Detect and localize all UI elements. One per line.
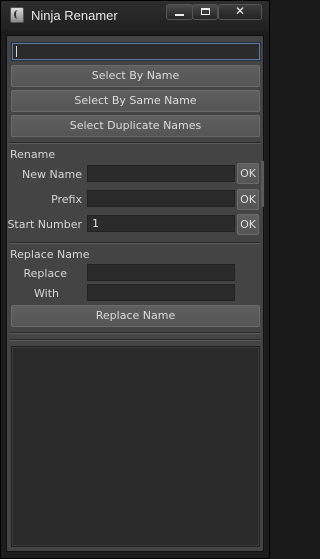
rename-section-label: Rename xyxy=(10,148,56,161)
with-label: With xyxy=(34,287,59,300)
minimize-icon xyxy=(175,14,184,16)
with-field[interactable] xyxy=(87,284,235,301)
title-bar[interactable]: Ninja Renamer ✕ xyxy=(1,1,269,31)
maximize-button[interactable] xyxy=(192,4,218,20)
text-caret xyxy=(16,46,17,57)
select-by-same-name-button[interactable]: Select By Same Name xyxy=(11,90,260,112)
new-name-ok-button[interactable]: OK xyxy=(237,163,259,184)
select-duplicate-names-button[interactable]: Select Duplicate Names xyxy=(11,115,260,137)
start-number-ok-button[interactable]: OK xyxy=(237,214,259,235)
renamer-panel: Select By Name Select By Same Name Selec… xyxy=(7,36,263,551)
select-by-name-button[interactable]: Select By Name xyxy=(11,65,260,87)
name-search-input[interactable] xyxy=(11,42,261,61)
maximize-icon xyxy=(201,8,210,15)
replace-section-label: Replace Name xyxy=(10,248,90,261)
replace-label: Replace xyxy=(23,267,67,280)
output-text-area[interactable] xyxy=(11,346,260,547)
ninja-renamer-window: Ninja Renamer ✕ Select By Name Select By… xyxy=(0,0,270,559)
start-number-field[interactable]: 1 xyxy=(87,215,235,232)
separator xyxy=(9,332,261,334)
separator xyxy=(9,242,261,244)
prefix-ok-button[interactable]: OK xyxy=(237,189,259,210)
minimize-button[interactable] xyxy=(166,4,193,20)
close-button[interactable]: ✕ xyxy=(218,4,262,20)
prefix-label: Prefix xyxy=(51,193,82,206)
replace-field[interactable] xyxy=(87,264,235,281)
separator xyxy=(9,339,261,341)
new-name-label: New Name xyxy=(22,168,82,181)
new-name-field[interactable] xyxy=(87,165,235,182)
separator xyxy=(9,142,261,144)
replace-name-button[interactable]: Replace Name xyxy=(11,305,260,327)
window-title: Ninja Renamer xyxy=(31,8,118,23)
app-icon xyxy=(10,7,24,23)
close-icon: ✕ xyxy=(234,4,246,18)
prefix-field[interactable] xyxy=(87,190,235,207)
start-number-label: Start Number xyxy=(7,218,82,231)
scrollbar[interactable] xyxy=(261,161,264,207)
client-area: Select By Name Select By Same Name Selec… xyxy=(6,35,264,552)
